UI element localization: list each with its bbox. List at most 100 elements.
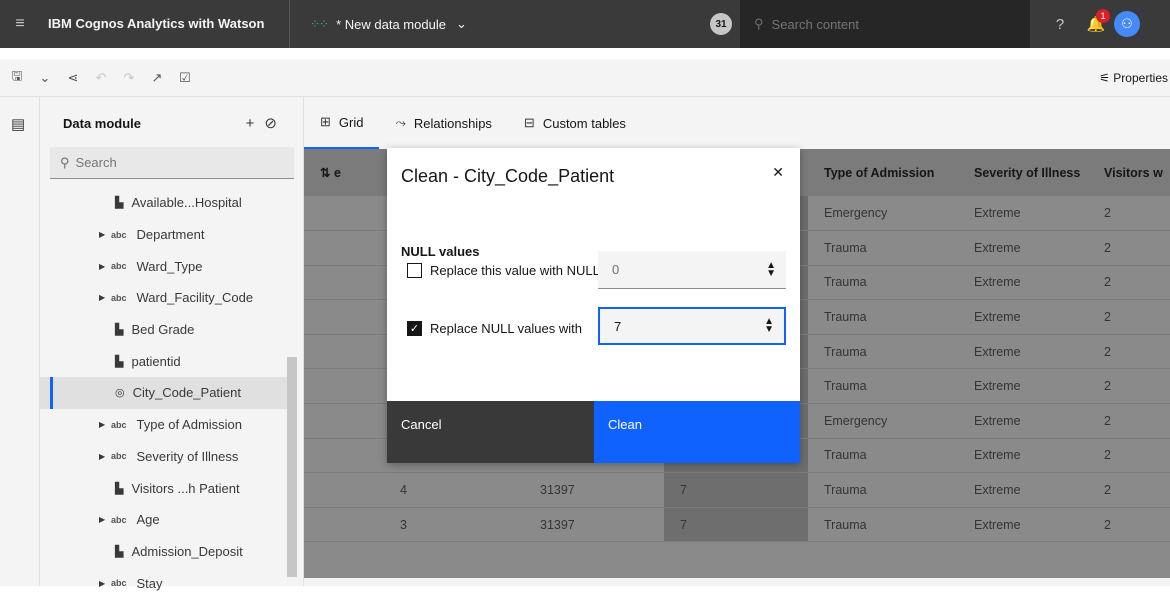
- search-icon: ⚲: [754, 16, 764, 31]
- replace-with-null-input[interactable]: 0 ▲ ▼: [598, 251, 786, 289]
- expand-arrow-icon[interactable]: ▶: [99, 230, 109, 239]
- search-bar[interactable]: ⚲: [740, 0, 1030, 48]
- close-icon[interactable]: ✕: [772, 164, 784, 181]
- search-input[interactable]: [771, 16, 1002, 32]
- measure-icon: ▙: [115, 324, 124, 337]
- tree-item-label: Age: [136, 512, 160, 528]
- tree-item[interactable]: ▶ abc Ward_Facility_Code: [40, 282, 288, 314]
- tab-label: Grid: [338, 114, 364, 130]
- expand-arrow-icon[interactable]: ▶: [99, 515, 109, 524]
- expand-arrow-icon[interactable]: ▶: [99, 262, 109, 271]
- share-icon[interactable]: ⋖: [62, 70, 84, 86]
- location-icon: ◎: [115, 387, 125, 400]
- tab-relationships[interactable]: ⤳ Relationships: [379, 97, 507, 149]
- expand-arrow-icon[interactable]: ▶: [99, 452, 109, 461]
- relink-icon[interactable]: ⊘: [264, 115, 287, 132]
- tree-item-label: Visitors ...h Patient: [131, 480, 240, 496]
- table-icon: ⊟: [523, 115, 535, 130]
- grid-icon: ⊞: [320, 114, 331, 129]
- grid-horizontal-scrollbar[interactable]: [304, 578, 1170, 586]
- chevron-down-icon[interactable]: ⌄: [34, 70, 56, 86]
- expand-arrow-icon[interactable]: ▶: [99, 579, 109, 588]
- tree-item[interactable]: ▶ abc Department: [40, 219, 288, 251]
- tree-item[interactable]: ▶ abc Age: [40, 504, 288, 536]
- measure-icon: ▙: [115, 355, 124, 368]
- data-module-panel: Data module +⊘ ⚲ ▙Available...Hospital▶a…: [40, 97, 304, 591]
- text-type-icon: abc: [111, 514, 127, 525]
- text-type-icon: abc: [111, 451, 127, 462]
- section-heading: NULL values: [401, 244, 480, 259]
- expand-arrow-icon[interactable]: ▶: [99, 293, 109, 302]
- clean-dialog: Clean - City_Code_Patient ✕ NULL values …: [387, 148, 800, 463]
- notifications-icon[interactable]: 🔔 1: [1078, 9, 1114, 33]
- stepper-icon[interactable]: ▲ ▼: [764, 317, 774, 335]
- tree-scrollbar[interactable]: [287, 187, 297, 586]
- input-value: 7: [614, 318, 622, 334]
- tree-item[interactable]: ▙ Visitors ...h Patient: [40, 472, 288, 504]
- replace-with-null-row: Replace this value with NULL: [407, 263, 600, 278]
- add-icon[interactable]: +: [246, 115, 265, 132]
- redo-icon[interactable]: ↷: [118, 70, 140, 86]
- top-bar: ≡ IBM Cognos Analytics with Watson ⁘⁘ * …: [0, 0, 1170, 48]
- module-tab[interactable]: ⁘⁘ * New data module ⌄: [290, 16, 710, 32]
- avatar[interactable]: ⚇: [1114, 11, 1140, 37]
- tree-item-label: Ward_Facility_Code: [136, 290, 254, 306]
- module-name: * New data module: [336, 16, 446, 32]
- sliders-icon: ⚟: [1099, 71, 1114, 85]
- tab-grid[interactable]: ⊞ Grid: [304, 97, 380, 149]
- tree-item[interactable]: ▶ abc Stay: [40, 567, 288, 599]
- replace-null-checkbox[interactable]: ✓: [407, 321, 422, 336]
- clean-button[interactable]: Clean: [594, 401, 800, 463]
- tree-item-label: Bed Grade: [131, 322, 195, 338]
- input-value: 0: [612, 262, 620, 277]
- tree-item[interactable]: ▙ Available...Hospital: [40, 187, 288, 219]
- text-type-icon: abc: [111, 292, 127, 303]
- tree-item[interactable]: ◎ City_Code_Patient: [40, 377, 288, 409]
- cancel-button[interactable]: Cancel: [387, 401, 594, 463]
- replace-with-null-label: Replace this value with NULL: [430, 263, 600, 278]
- tree-item[interactable]: ▶ abc Type of Admission: [40, 409, 288, 441]
- tree-item-label: patientid: [131, 353, 181, 369]
- launch-icon[interactable]: ↗: [146, 70, 168, 86]
- tab-custom-tables[interactable]: ⊟ Custom tables: [508, 97, 642, 149]
- help-icon[interactable]: ?: [1042, 16, 1078, 33]
- tab-label: Custom tables: [542, 115, 626, 131]
- tree-item[interactable]: ▙ patientid: [40, 345, 288, 377]
- measure-icon: ▙: [115, 482, 124, 495]
- user-count-badge[interactable]: 31: [710, 13, 732, 35]
- panel-title: Data module: [63, 115, 142, 131]
- tree-item-label: Type of Admission: [136, 417, 243, 433]
- replace-with-null-checkbox[interactable]: [407, 263, 422, 278]
- tree-item[interactable]: ▶ abc Severity of Illness: [40, 441, 288, 473]
- tree-item[interactable]: ▶ abc Ward_Type: [40, 250, 288, 282]
- validate-icon[interactable]: ☑: [174, 70, 196, 86]
- relationships-icon: ⤳: [395, 115, 406, 130]
- text-type-icon: abc: [111, 261, 127, 272]
- measure-icon: ▙: [115, 545, 124, 558]
- panel-search[interactable]: ⚲: [50, 147, 294, 179]
- tab-label: Relationships: [413, 115, 492, 131]
- expand-arrow-icon[interactable]: ▶: [99, 420, 109, 429]
- hamburger-menu-icon[interactable]: ≡: [0, 15, 40, 33]
- replace-null-input[interactable]: 7 ▲ ▼: [598, 307, 786, 345]
- save-icon[interactable]: 🖫: [6, 67, 28, 89]
- tree-list: ▙ Available...Hospital ▶ abc Department ▶ abc W…: [40, 187, 288, 599]
- data-module-rail-icon[interactable]: ▤: [11, 115, 39, 133]
- tree-item[interactable]: ▙ Admission_Deposit: [40, 536, 288, 568]
- undo-icon[interactable]: ↶: [90, 70, 112, 86]
- tree-item[interactable]: ▙ Bed Grade: [40, 314, 288, 346]
- measure-icon: ▙: [115, 197, 124, 210]
- stepper-icon[interactable]: ▲ ▼: [766, 260, 776, 278]
- replace-null-label: Replace NULL values with: [430, 321, 582, 336]
- tree-item-label: Admission_Deposit: [131, 543, 243, 559]
- properties-button[interactable]: ⚟ Properties: [1099, 59, 1170, 97]
- tree-item-label: Stay: [136, 575, 163, 591]
- panel-search-input[interactable]: [75, 155, 276, 170]
- properties-label: Properties: [1113, 71, 1168, 85]
- view-tabs: ⊞ Grid ⤳ Relationships ⊟ Custom tables: [304, 97, 1170, 149]
- replace-null-row: ✓ Replace NULL values with: [407, 321, 582, 336]
- chevron-down-icon[interactable]: ⌄: [456, 16, 467, 32]
- tree-item-label: Department: [136, 227, 205, 243]
- scrollbar-thumb[interactable]: [287, 357, 297, 577]
- toolbar: 🖫 ⌄ ⋖ ↶ ↷ ↗ ☑ ⚟ Properties: [0, 59, 1170, 97]
